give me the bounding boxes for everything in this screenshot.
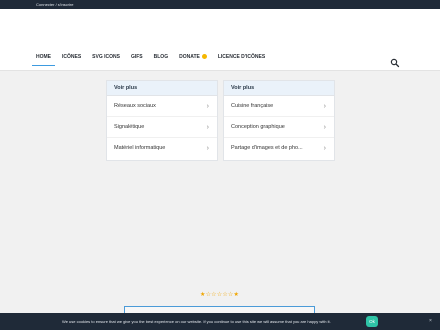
chevron-right-icon: › (323, 103, 326, 110)
category-label: Conception graphique (231, 124, 285, 130)
cookie-message: We use cookies to ensure that we give yo… (62, 319, 331, 324)
category-item[interactable]: Signalétique › (107, 117, 217, 138)
top-bar: Connecter / s'inscrire (0, 0, 440, 9)
category-item[interactable]: Partage d'images et de pho... › (224, 138, 334, 159)
chevron-right-icon: › (323, 124, 326, 131)
rating-stars[interactable]: ★☆☆☆☆☆★ (200, 291, 239, 298)
nav-gifs[interactable]: GIFS (131, 47, 143, 67)
chevron-right-icon: › (206, 145, 209, 152)
category-label: Partage d'images et de pho... (231, 145, 303, 151)
category-item[interactable]: Réseaux sociaux › (107, 96, 217, 117)
category-label: Matériel informatique (114, 145, 166, 151)
category-label: Signalétique (114, 124, 145, 130)
nav-icones[interactable]: ICÔNES (62, 47, 81, 67)
category-card-right: Voir plus Cuisine française › Conception … (223, 80, 335, 161)
smiley-icon (201, 54, 207, 60)
login-link[interactable]: Connecter / s'inscrire (36, 1, 73, 8)
chevron-right-icon: › (323, 145, 326, 152)
category-item[interactable]: Matériel informatique › (107, 138, 217, 159)
nav-donate-label: DONATE (179, 54, 200, 60)
nav-licence[interactable]: LICENCE D'ICÔNES (218, 47, 265, 67)
chevron-right-icon: › (206, 103, 209, 110)
nav-donate[interactable]: DONATE (179, 47, 207, 67)
nav-svg-icons[interactable]: SVG ICONS (92, 47, 120, 67)
close-icon[interactable]: × (429, 313, 432, 330)
cookie-ok-button[interactable]: Ok (366, 316, 378, 327)
nav-blog[interactable]: BLOG (154, 47, 168, 67)
category-card-left: Voir plus Réseaux sociaux › Signalétique ›… (106, 80, 218, 161)
cookie-banner: We use cookies to ensure that we give yo… (0, 313, 440, 330)
category-label: Réseaux sociaux (114, 103, 156, 109)
category-item[interactable]: Conception graphique › (224, 117, 334, 138)
chevron-right-icon: › (206, 124, 209, 131)
card-header[interactable]: Voir plus (224, 81, 334, 96)
category-item[interactable]: Cuisine française › (224, 96, 334, 117)
main-nav: HOME ICÔNES SVG ICONS GIFS BLOG DONATE L… (32, 47, 276, 67)
nav-home[interactable]: HOME (32, 47, 55, 67)
category-label: Cuisine française (231, 103, 274, 109)
search-icon[interactable] (390, 55, 400, 68)
card-header[interactable]: Voir plus (107, 81, 217, 96)
